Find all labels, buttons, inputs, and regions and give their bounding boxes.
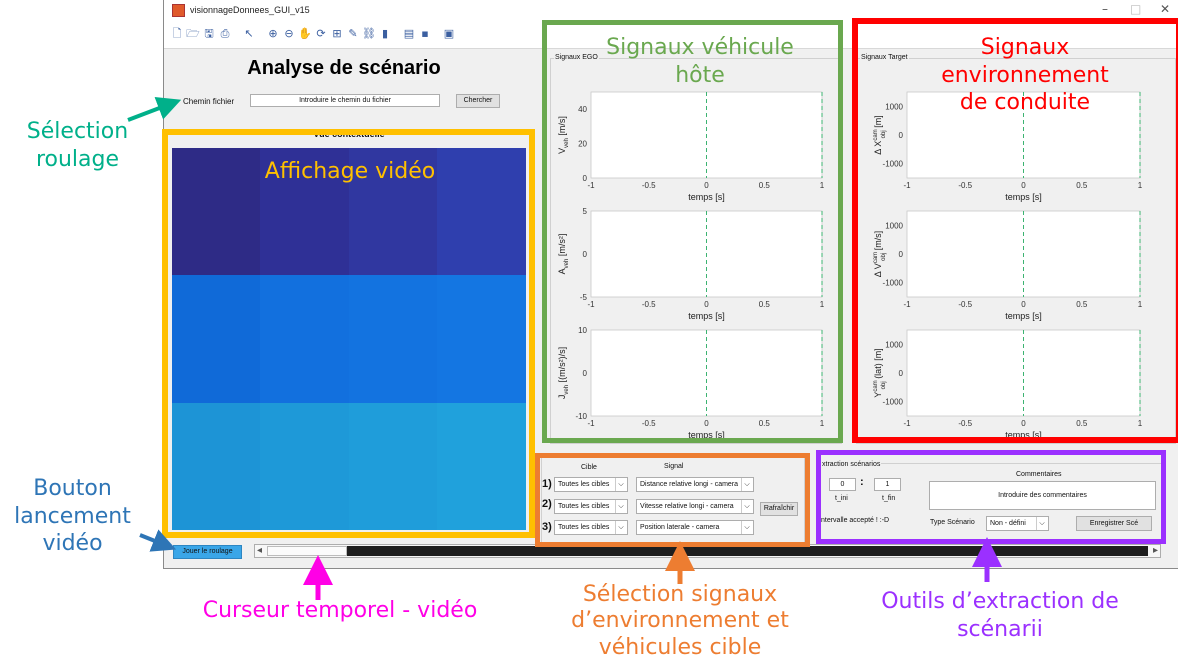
label-selection-roulage: Sélection roulage — [26, 119, 129, 172]
label-signaux-env: Signaux environnement de conduite — [941, 35, 1109, 115]
label-signaux-vehicule: Signaux véhicule hôte — [606, 35, 794, 88]
label-bouton-lancement: Bouton lancement vidéo — [14, 476, 131, 556]
label-affichage-video: Affichage vidéo — [264, 159, 436, 184]
label-selection-signaux: Sélection signaux d’environnement et véh… — [571, 582, 789, 660]
label-curseur: Curseur temporel - vidéo — [202, 598, 478, 623]
label-outils-extraction: Outils d’extraction de scénarii — [881, 589, 1119, 642]
